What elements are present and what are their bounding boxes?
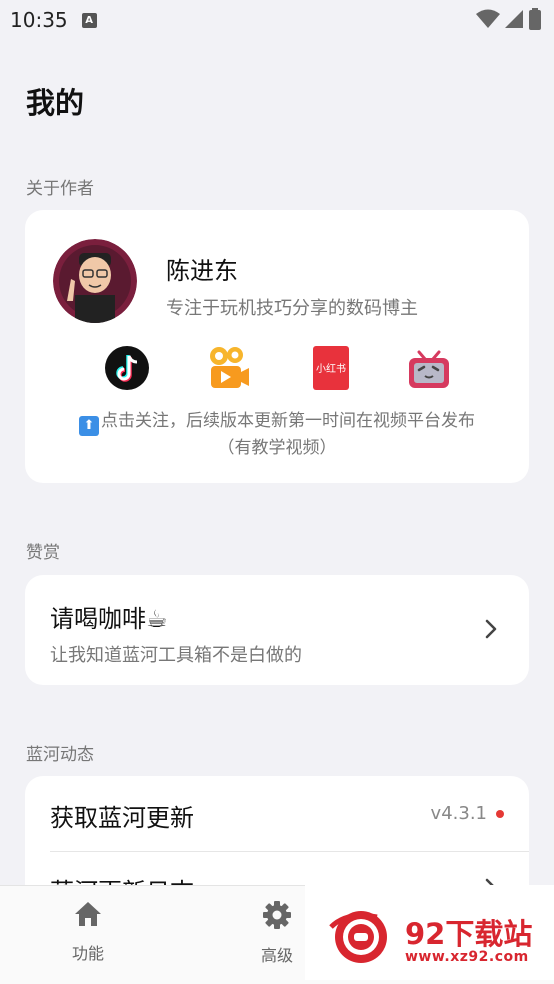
page-title: 我的 <box>26 86 85 120</box>
status-time: 10:35 <box>10 8 68 32</box>
follow-note-line2: （有教学视频） <box>217 438 337 458</box>
get-update-item[interactable]: 获取蓝河更新 <box>50 798 194 833</box>
battery-icon <box>529 8 541 30</box>
buy-coffee-card[interactable]: 请喝咖啡☕ 让我知道蓝河工具箱不是白做的 <box>25 575 529 685</box>
version-label: v4.3.1 <box>430 803 487 824</box>
buy-coffee-title: 请喝咖啡☕ <box>50 605 168 633</box>
up-arrow-icon: ⬆ <box>79 416 99 436</box>
home-icon <box>75 902 101 926</box>
author-avatar[interactable] <box>53 239 137 323</box>
watermark-text: 92下载站 <box>405 917 533 951</box>
notification-a-icon: A <box>81 12 97 28</box>
status-bar: 10:35 A <box>0 0 554 40</box>
watermark-logo-icon <box>329 911 387 963</box>
author-name: 陈进东 <box>166 257 238 285</box>
douyin-icon[interactable] <box>103 344 151 392</box>
signal-icon <box>505 10 523 28</box>
nav-item-features[interactable]: 功能 <box>48 900 128 964</box>
follow-note: ⬆ 点击关注，后续版本更新第一时间在视频平台发布 （有教学视频） <box>25 409 529 461</box>
watermark-url: www.xz92.com <box>405 949 529 965</box>
section-label-reward: 赞赏 <box>26 543 60 563</box>
xiaohongshu-icon[interactable]: 小红书 <box>307 344 355 392</box>
kuaishou-icon[interactable] <box>205 344 253 392</box>
section-label-about: 关于作者 <box>26 179 94 199</box>
nav-label-features: 功能 <box>71 944 104 963</box>
xiaohongshu-logo-text: 小红书 <box>316 362 346 375</box>
author-card: 陈进东 专注于玩机技巧分享的数码博主 小红书 ⬆ 点击关注，后续版本更新第一时间… <box>25 210 529 483</box>
status-right <box>476 8 542 30</box>
social-links: 小红书 <box>25 344 529 394</box>
author-description: 专注于玩机技巧分享的数码博主 <box>166 298 418 319</box>
follow-note-line1: 点击关注，后续版本更新第一时间在视频平台发布 <box>101 411 475 431</box>
section-label-news: 蓝河动态 <box>26 745 94 765</box>
wifi-icon <box>476 9 500 28</box>
update-dot <box>496 810 504 818</box>
divider <box>50 851 529 852</box>
buy-coffee-subtitle: 让我知道蓝河工具箱不是白做的 <box>50 645 302 666</box>
bilibili-icon[interactable] <box>405 344 453 392</box>
gear-icon <box>263 901 291 929</box>
chevron-right-icon <box>485 619 497 639</box>
watermark: 92下载站 www.xz92.com <box>305 885 554 980</box>
